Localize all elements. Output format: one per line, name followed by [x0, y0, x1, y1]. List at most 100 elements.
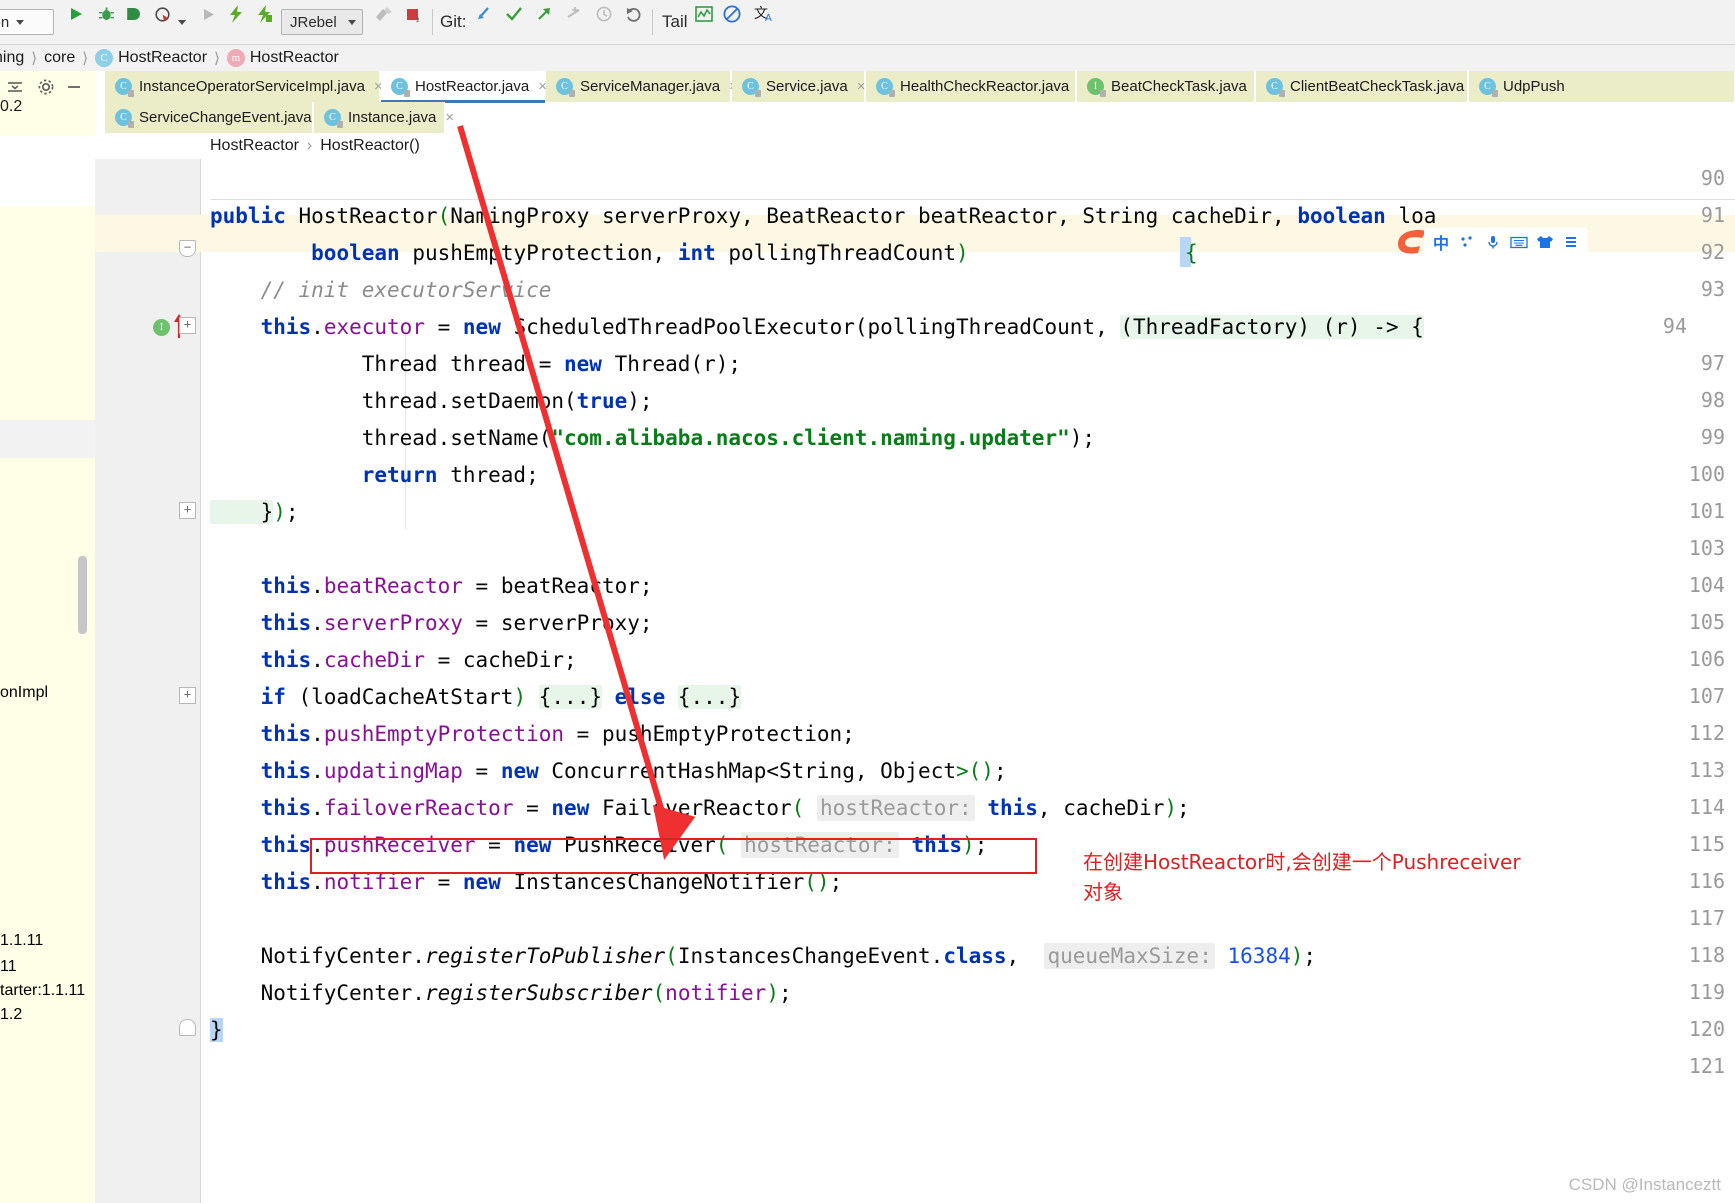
tab-label: UdpPush: [1503, 78, 1565, 95]
code-line-120: }: [210, 1018, 223, 1042]
code-line-100: return thread;: [361, 463, 539, 487]
git-revert-icon[interactable]: [560, 0, 588, 28]
fold-expand-icon-107[interactable]: +: [179, 687, 196, 704]
line-number: 97: [1700, 351, 1725, 375]
line-number: 93: [1700, 277, 1725, 301]
main-toolbar: tion JRebel 2 Git:: [0, 0, 1735, 45]
close-icon[interactable]: ×: [857, 78, 866, 95]
editor-tab-hostreactor[interactable]: C HostReactor.java ×: [381, 71, 547, 102]
jrebel-selector[interactable]: JRebel: [281, 0, 363, 44]
line-number-gutter[interactable]: [95, 159, 201, 1203]
skin-icon[interactable]: [1532, 230, 1558, 254]
translate-icon[interactable]: 文A: [750, 0, 778, 28]
jrebel-run-icon[interactable]: [222, 0, 250, 28]
code-line-92-brace: {: [1185, 241, 1198, 265]
editor-tab-clientbeatchecktask[interactable]: C ClientBeatCheckTask.java ×: [1256, 71, 1482, 102]
tab-label: ClientBeatCheckTask.java: [1290, 78, 1465, 95]
debug-button[interactable]: [92, 0, 120, 28]
java-class-icon: C: [556, 78, 575, 97]
tab-label: InstanceOperatorServiceImpl.java: [139, 78, 365, 95]
build-project-icon[interactable]: [370, 0, 398, 28]
tail-label-text: Tail: [662, 12, 688, 31]
stop-button[interactable]: 2: [398, 0, 426, 28]
java-interface-icon: I: [1087, 78, 1106, 97]
git-push-icon[interactable]: [530, 0, 558, 28]
inlay-value: 16384: [1227, 944, 1291, 968]
line-number: 94: [1662, 314, 1687, 338]
git-history-icon[interactable]: [590, 0, 618, 28]
tab-label: ServiceManager.java: [580, 78, 721, 95]
editor-tab-healthcheckreactor[interactable]: C HealthCheckReactor.java ×: [866, 71, 1087, 102]
line-number: 118: [1688, 943, 1725, 967]
run-configuration-label: tion: [0, 13, 10, 31]
project-tool-window-partial[interactable]: [0, 68, 96, 1203]
implemented-interface-icon[interactable]: I: [153, 319, 170, 336]
profile-button[interactable]: [148, 0, 176, 28]
voice-input-icon[interactable]: [1480, 230, 1506, 254]
tail-chart-icon[interactable]: [690, 0, 718, 28]
line-number: 103: [1688, 536, 1725, 560]
tab-label: Service.java: [766, 78, 848, 95]
git-commit-icon[interactable]: [500, 0, 528, 28]
close-icon[interactable]: ×: [445, 109, 454, 126]
jrebel-debug-icon[interactable]: [250, 0, 278, 28]
editor-tab-instance[interactable]: C Instance.java ×: [314, 102, 454, 133]
editor-tab-udppush[interactable]: C UdpPush: [1469, 71, 1735, 102]
fold-end-icon-120[interactable]: [179, 1019, 196, 1036]
rerun-button[interactable]: [194, 0, 222, 28]
profile-dropdown[interactable]: [174, 0, 190, 44]
annotation-note: 在创建HostReactor时,会创建一个Pushreceiver 对象: [1083, 847, 1521, 907]
code-line-93: // init executorService: [210, 278, 552, 302]
breadcrumb-item-2[interactable]: C HostReactor: [95, 49, 207, 67]
git-label: Git:: [440, 0, 466, 44]
fold-expand-icon-94[interactable]: +: [179, 317, 196, 334]
punctuation-icon[interactable]: [1454, 230, 1480, 254]
run-with-coverage-button[interactable]: [120, 0, 148, 28]
editor-tab-servicemanager[interactable]: C ServiceManager.java ×: [546, 71, 738, 102]
code-canvas[interactable]: 90 91 92 93 94 97 98 99 100 101 103 104 …: [95, 159, 1735, 1203]
sogou-ime-toolbar[interactable]: 中: [1424, 228, 1588, 256]
code-line-91: public HostReactor(NamingProxy serverPro…: [210, 204, 1437, 228]
fold-collapse-icon-92[interactable]: −: [179, 240, 196, 257]
inlay-hint-hostreactor: hostReactor:: [816, 795, 975, 821]
java-class-icon: C: [391, 78, 410, 97]
chinese-mode-icon[interactable]: 中: [1428, 230, 1454, 254]
git-update-icon[interactable]: [470, 0, 498, 28]
tail-label: Tail: [662, 0, 688, 44]
git-rollback-icon[interactable]: [620, 0, 648, 28]
gear-icon[interactable]: [36, 77, 56, 102]
editor-tab-beatchecktask[interactable]: I BeatCheckTask.java ×: [1077, 71, 1265, 102]
class-badge-icon: C: [95, 49, 114, 67]
keyboard-icon[interactable]: [1506, 230, 1532, 254]
line-number: 90: [1700, 166, 1725, 190]
jrebel-label: JRebel: [290, 13, 337, 31]
code-line-105: this.serverProxy = serverProxy;: [260, 611, 653, 635]
run-button[interactable]: [62, 0, 90, 28]
chevron-down-icon: [16, 19, 25, 25]
line-number: 101: [1688, 499, 1725, 523]
editor-breadcrumb-class[interactable]: HostReactor: [210, 137, 299, 155]
breadcrumb-item-3[interactable]: m HostReactor: [226, 49, 339, 67]
menu-icon[interactable]: [1558, 230, 1584, 254]
annotation-note-line-2: 对象: [1083, 880, 1123, 904]
line-number: 99: [1700, 425, 1725, 449]
breadcrumb-sep-2: ⟩: [214, 50, 220, 67]
editor-tab-instanceoperatorserviceimpl[interactable]: C InstanceOperatorServiceImpl.java ×: [105, 71, 383, 102]
code-line-112: this.pushEmptyProtection = pushEmptyProt…: [260, 722, 855, 746]
tab-label: ServiceChangeEvent.java: [139, 109, 312, 126]
java-class-icon: C: [324, 109, 343, 128]
line-number: 98: [1700, 388, 1725, 412]
tail-disable-icon[interactable]: [718, 0, 746, 28]
hide-icon[interactable]: [64, 77, 84, 102]
editor-breadcrumb-method[interactable]: HostReactor(): [320, 137, 420, 155]
fold-expand-icon-101[interactable]: +: [179, 502, 196, 519]
line-number: 121: [1688, 1054, 1725, 1078]
editor-tab-servicechangeevent[interactable]: C ServiceChangeEvent.java ×: [105, 102, 329, 133]
left-panel-text-4: tarter:1.1.11: [0, 982, 86, 999]
editor-tab-service[interactable]: C Service.java ×: [732, 71, 865, 102]
code-line-92: boolean pushEmptyProtection, int polling…: [311, 241, 969, 265]
run-configuration-selector[interactable]: tion: [0, 0, 54, 44]
line-number: 112: [1688, 721, 1725, 745]
left-panel-scrollbar[interactable]: [78, 556, 87, 634]
left-panel-text-2: 1.1.11: [0, 932, 44, 949]
